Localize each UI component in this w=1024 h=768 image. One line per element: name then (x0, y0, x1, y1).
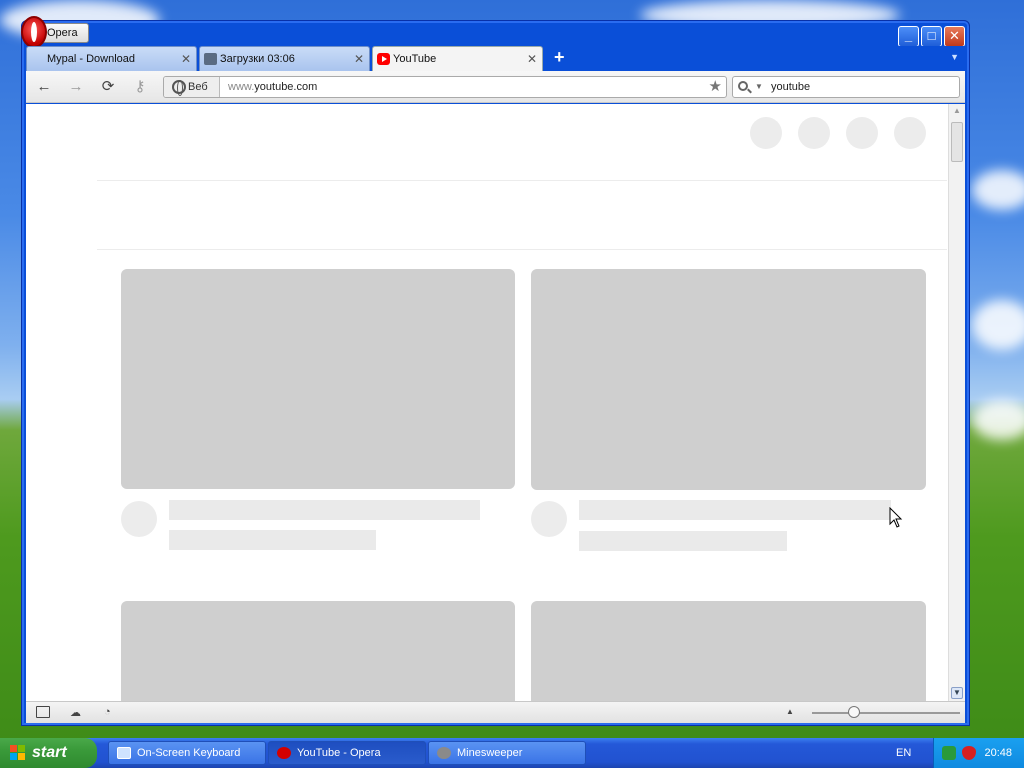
wallpaper-cloud (972, 300, 1024, 350)
skeleton-thumbnail (531, 601, 926, 701)
close-button[interactable]: ✕ (944, 26, 965, 47)
taskbar-item-on-screen-keyboard[interactable]: On-Screen Keyboard (108, 741, 266, 765)
search-engine-chevron-icon[interactable]: ▼ (755, 82, 763, 91)
address-field[interactable]: Веб www.youtube.com ★ (163, 76, 727, 98)
address-text[interactable]: www.youtube.com (228, 77, 317, 97)
tab-bar: Mypal - Download ✕ Загрузки 03:06 ✕ YouT… (26, 46, 965, 71)
downloads-icon (204, 53, 217, 65)
zoom-slider-track[interactable] (812, 712, 960, 714)
cloud-icon[interactable]: ☁ (70, 706, 84, 719)
skeleton-avatar (531, 501, 567, 537)
zoom-popup-icon[interactable]: ▲ (786, 707, 794, 716)
skeleton-header-icon (846, 117, 878, 149)
back-button[interactable]: ← (34, 77, 54, 97)
status-bar: ☁ ◔ ▲ (26, 701, 965, 723)
search-icon[interactable] (738, 81, 748, 91)
bookmark-star-icon[interactable]: ★ (709, 77, 722, 97)
opera-logo-icon (21, 16, 47, 48)
taskbar-item-label: YouTube - Opera (297, 747, 381, 759)
address-host: youtube.com (254, 81, 318, 93)
chips-divider (97, 249, 947, 250)
close-tab-icon[interactable]: ✕ (527, 47, 537, 71)
address-prefix: www. (228, 81, 255, 93)
security-shield-icon[interactable] (962, 746, 976, 760)
skeleton-header-icon (798, 117, 830, 149)
youtube-icon (377, 53, 390, 65)
opera-menu-button[interactable]: Opera (21, 16, 89, 48)
wallpaper-cloud (972, 170, 1024, 210)
maximize-button[interactable]: □ (921, 26, 942, 47)
search-field[interactable]: ▼ youtube (732, 76, 960, 98)
tab-label: YouTube (393, 53, 437, 65)
security-badge[interactable]: Веб (164, 77, 220, 97)
taskbar: start On-Screen Keyboard YouTube - Opera… (0, 738, 1024, 768)
scroll-up-icon[interactable]: ▲ (951, 106, 963, 118)
opera-window: Opera _ □ ✕ Mypal - Download ✕ Загрузки … (21, 16, 970, 726)
opera-menu-label: Opera (47, 27, 78, 39)
language-indicator[interactable]: EN (896, 738, 911, 768)
tab-mypal-download[interactable]: Mypal - Download ✕ (26, 46, 197, 71)
minimize-button[interactable]: _ (898, 26, 919, 47)
skeleton-header-icon (750, 117, 782, 149)
skeleton-avatar (121, 501, 157, 537)
tab-list-chevron-icon[interactable]: ▼ (950, 52, 959, 62)
forward-button[interactable]: → (66, 77, 86, 97)
address-toolbar: ← → ⟳ ⚷ Веб www.youtube.com ★ ▼ youtube (26, 71, 965, 103)
taskbar-item-minesweeper[interactable]: Minesweeper (428, 741, 586, 765)
wand-key-icon[interactable]: ⚷ (130, 77, 150, 97)
scroll-down-icon[interactable]: ▼ (951, 687, 963, 699)
mouse-cursor-icon (889, 507, 903, 528)
reload-button[interactable]: ⟳ (98, 77, 118, 97)
close-tab-icon[interactable]: ✕ (354, 47, 364, 71)
new-tab-button[interactable]: + (554, 47, 565, 68)
tab-downloads[interactable]: Загрузки 03:06 ✕ (199, 46, 370, 71)
close-tab-icon[interactable]: ✕ (181, 47, 191, 71)
globe-icon (172, 80, 186, 96)
speedometer-icon[interactable]: ◔ (104, 706, 118, 718)
skeleton-title-line (579, 500, 891, 520)
wallpaper-cloud (972, 400, 1024, 440)
keyboard-icon (117, 747, 131, 759)
vertical-scrollbar[interactable]: ▲ ▼ (948, 104, 965, 701)
page-content: ▲ ▼ (26, 104, 965, 701)
start-label: start (32, 744, 67, 761)
windows-logo-icon (10, 745, 26, 761)
scrollbar-thumb[interactable] (951, 122, 963, 162)
zoom-slider-handle[interactable] (848, 706, 860, 718)
skeleton-thumbnail (531, 269, 926, 490)
skeleton-meta-line (579, 531, 787, 551)
taskbar-item-label: On-Screen Keyboard (137, 747, 241, 759)
tab-youtube[interactable]: YouTube ✕ (372, 46, 543, 71)
network-icon[interactable] (942, 746, 956, 760)
security-badge-label: Веб (188, 81, 208, 93)
window-controls: _ □ ✕ (898, 26, 965, 47)
start-button[interactable]: start (0, 738, 97, 768)
opera-icon (277, 747, 291, 759)
taskbar-item-youtube-opera[interactable]: YouTube - Opera (268, 741, 426, 765)
minesweeper-icon (437, 747, 451, 759)
skeleton-meta-line (169, 530, 376, 550)
tab-label: Загрузки 03:06 (220, 53, 295, 65)
search-input[interactable]: youtube (771, 77, 810, 97)
taskbar-item-label: Minesweeper (457, 747, 523, 759)
panel-toggle-icon[interactable] (36, 706, 50, 718)
header-divider (97, 180, 947, 181)
skeleton-title-line (169, 500, 480, 520)
skeleton-thumbnail (121, 601, 515, 701)
skeleton-thumbnail (121, 269, 515, 489)
skeleton-header-icon (894, 117, 926, 149)
tab-label: Mypal - Download (47, 53, 136, 65)
clock: 20:48 (984, 747, 1012, 759)
system-tray: 20:48 (933, 738, 1024, 768)
